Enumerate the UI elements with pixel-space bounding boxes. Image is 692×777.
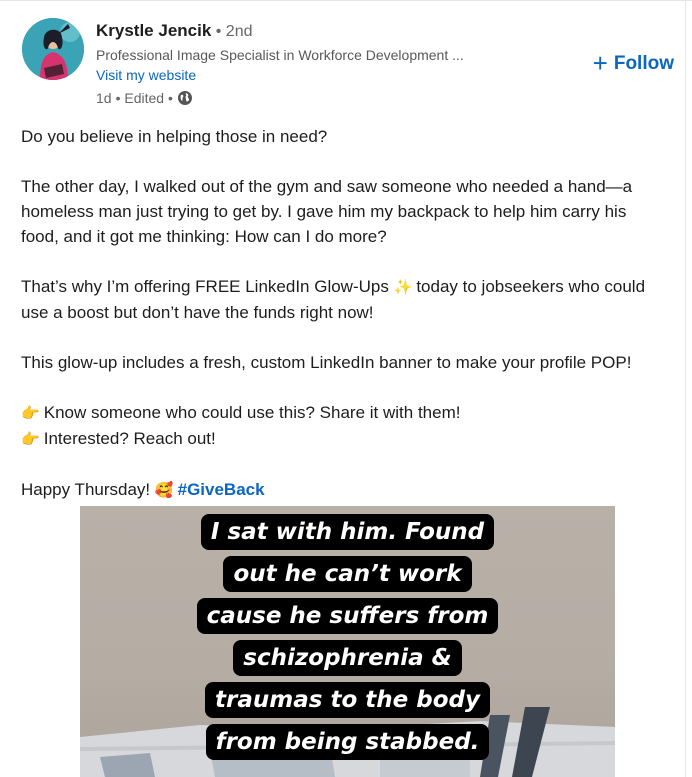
follow-label: Follow — [613, 53, 674, 74]
post-line: use a boost but don’t have the funds rig… — [21, 303, 374, 322]
connection-degree: • 2nd — [215, 23, 253, 40]
top-divider — [0, 0, 692, 1]
post-line: Happy Thursday! 🥰 #GiveBack — [21, 477, 671, 503]
post-text: Do you believe in helping those in need?… — [21, 124, 671, 503]
author-line: Krystle Jencik • 2nd — [96, 21, 253, 41]
pointing-hand-icon: 👉 — [21, 405, 40, 422]
post-line-text: That’s why I’m offering FREE LinkedIn Gl… — [21, 277, 389, 296]
post-line: homeless man just trying to get by. I ga… — [21, 202, 627, 221]
follow-button[interactable]: + Follow — [592, 48, 674, 78]
pointing-hand-icon: 👉 — [21, 431, 40, 448]
post-time: 1d — [96, 90, 112, 106]
post-line: food, and it got me thinking: How can I … — [21, 227, 387, 246]
author-headline: Professional Image Specialist in Workfor… — [96, 47, 464, 63]
image-caption: I sat with him. Found out he can’t work … — [80, 514, 615, 766]
caption-line: I sat with him. Found — [200, 514, 495, 550]
post-line: The other day, I walked out of the gym a… — [21, 177, 633, 196]
sparkles-icon: ✨ — [393, 279, 413, 296]
caption-line: schizophrenia & — [233, 640, 462, 676]
edited-label: • Edited • — [115, 90, 173, 106]
caption-line: from being stabbed. — [205, 724, 490, 760]
author-name[interactable]: Krystle Jencik — [96, 21, 211, 40]
post-meta: 1d • Edited • — [96, 90, 193, 106]
smiling-hearts-icon: 🥰 — [154, 482, 174, 499]
post-line: This glow-up includes a fresh, custom Li… — [21, 353, 632, 372]
hashtag-link[interactable]: #GiveBack — [178, 480, 265, 499]
visit-website-link[interactable]: Visit my website — [96, 67, 196, 83]
globe-icon — [177, 90, 193, 106]
post-line-text: today to jobseekers who could — [416, 277, 646, 296]
caption-line: cause he suffers from — [196, 598, 499, 634]
post-line-text: Interested? Reach out! — [43, 429, 216, 448]
avatar[interactable] — [22, 18, 84, 80]
plus-icon: + — [592, 48, 608, 78]
avatar-photo — [22, 18, 84, 80]
post-line-text: Happy Thursday! — [21, 480, 151, 499]
post-line: 👉 Interested? Reach out! — [21, 426, 671, 452]
post-line: Do you believe in helping those in need? — [21, 127, 328, 146]
post-line: That’s why I’m offering FREE LinkedIn Gl… — [21, 274, 671, 300]
caption-line: traumas to the body — [205, 682, 490, 718]
post-line-text: Know someone who could use this? Share i… — [43, 403, 461, 422]
post-line: 👉 Know someone who could use this? Share… — [21, 400, 671, 426]
post-card: Krystle Jencik • 2nd Professional Image … — [0, 0, 692, 777]
right-divider — [685, 0, 686, 777]
caption-line: out he can’t work — [223, 556, 472, 592]
post-image[interactable]: I sat with him. Found out he can’t work … — [80, 506, 615, 777]
